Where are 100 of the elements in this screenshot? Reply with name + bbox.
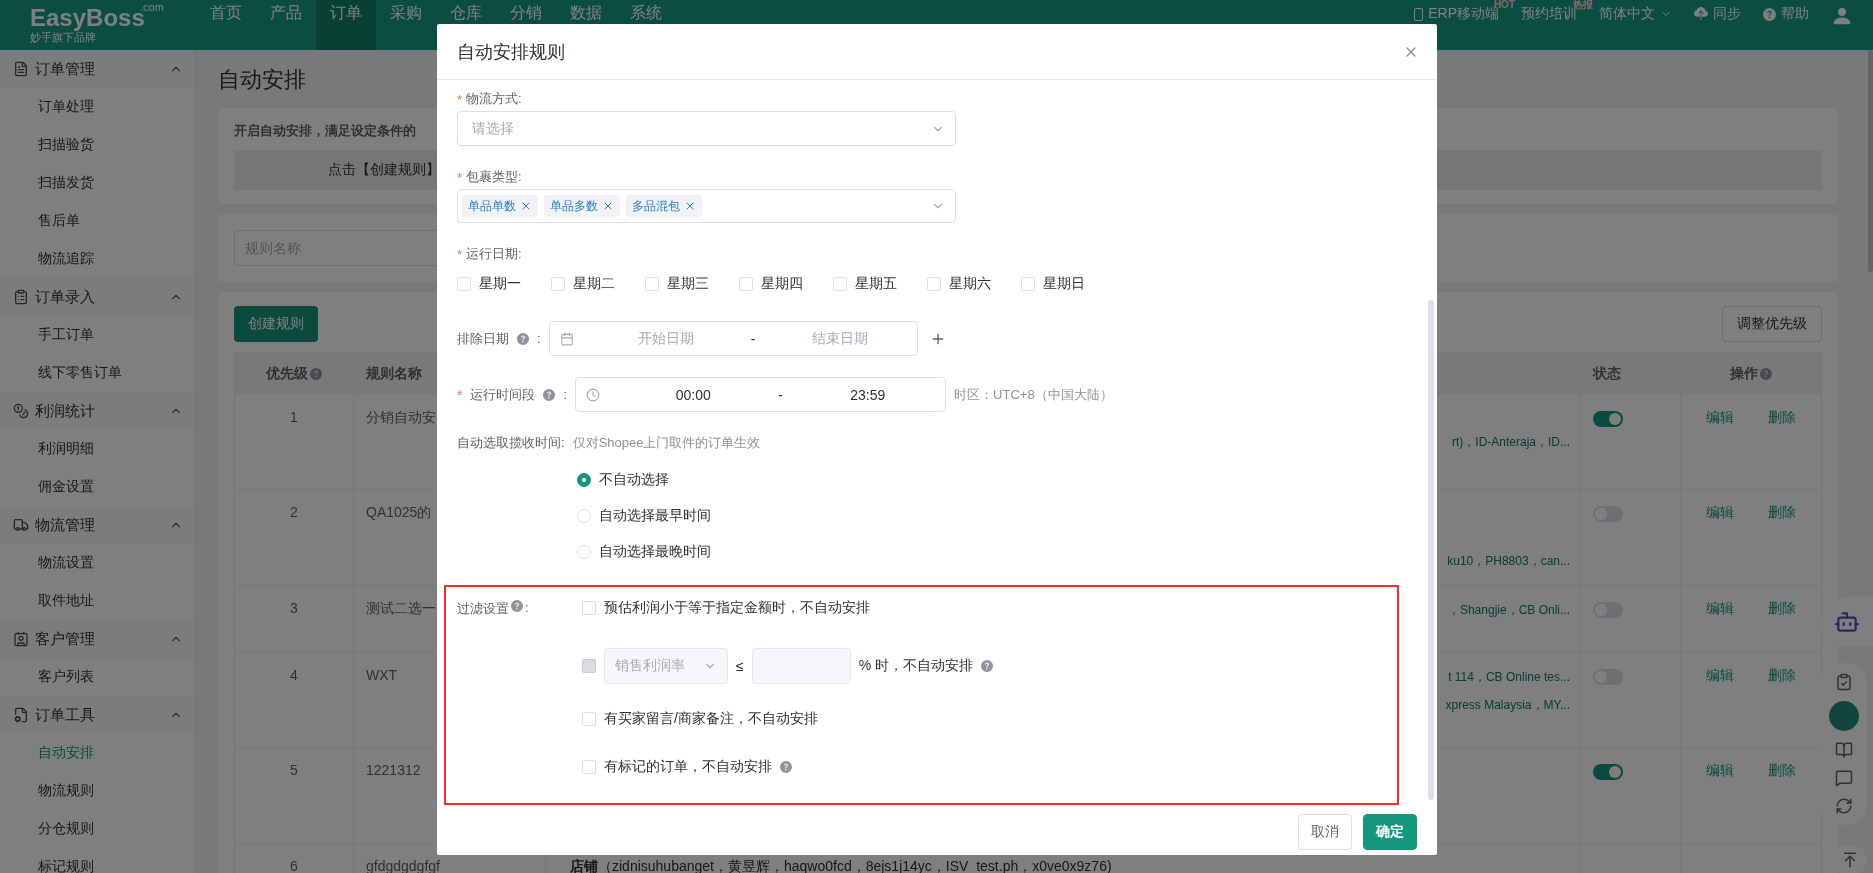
sidebar-item[interactable]: 扫描验货	[0, 126, 195, 164]
date-range-field[interactable]: 开始日期 - 结束日期	[548, 321, 918, 356]
sidebar-item[interactable]: 扫描发货	[0, 164, 195, 202]
sidebar-item[interactable]: 物流规则	[0, 772, 195, 810]
end-date-placeholder: 结束日期	[810, 329, 869, 348]
notice-text: 开启自动安排，满足设定条件的	[234, 122, 416, 140]
required-mark: *	[457, 246, 463, 262]
checkbox[interactable]	[551, 277, 565, 291]
column-header: 状态	[1581, 352, 1681, 395]
time-range-field[interactable]: 00:00 - 23:59	[575, 377, 947, 412]
table-cell: 1	[235, 395, 354, 490]
sidebar-item[interactable]: 分仓规则	[0, 810, 195, 848]
sidebar-item[interactable]: 物流追踪	[0, 240, 195, 278]
checkbox-label: 星期四	[761, 275, 803, 293]
select-field[interactable]: 请选择	[457, 111, 956, 146]
page-title: 自动安排	[218, 67, 307, 93]
create-rule-button[interactable]: 创建规则	[234, 306, 318, 342]
rule-text: 预估利润小于等于指定金额时，不自动安排	[604, 599, 870, 617]
sidebar-group[interactable]: 订单录入	[0, 278, 195, 316]
action-link[interactable]: 编辑	[1706, 663, 1734, 687]
action-link[interactable]: 删除	[1768, 405, 1796, 429]
operator-text: ≤	[736, 658, 744, 674]
nav-item[interactable]: 订单	[316, 0, 376, 50]
range-separator: -	[749, 330, 757, 347]
sidebar-group[interactable]: 物流管理	[0, 506, 195, 544]
truck-icon	[13, 517, 29, 533]
sidebar-item[interactable]: 标记规则	[0, 848, 195, 873]
close-icon[interactable]	[520, 200, 532, 212]
confirm-button[interactable]: 确定	[1363, 814, 1417, 850]
sidebar-group[interactable]: 利润统计	[0, 392, 195, 430]
refresh-icon[interactable]	[1835, 797, 1853, 815]
assistant-button[interactable]	[1821, 597, 1873, 647]
checkbox[interactable]	[739, 277, 753, 291]
avatar[interactable]	[1829, 701, 1859, 731]
document-gear-icon	[13, 707, 29, 723]
checkbox[interactable]	[457, 277, 471, 291]
scrollbar-thumb[interactable]	[1868, 50, 1873, 272]
table-cell: 5	[235, 748, 354, 844]
chat-icon[interactable]	[1835, 769, 1853, 787]
toggle-switch[interactable]	[1593, 764, 1623, 780]
user-icon[interactable]	[1831, 5, 1853, 27]
close-icon[interactable]	[602, 200, 614, 212]
sidebar-item[interactable]: 物流设置	[0, 544, 195, 582]
checkbox-label: 星期日	[1043, 275, 1085, 293]
action-link[interactable]: 编辑	[1706, 500, 1734, 524]
cancel-button[interactable]: 取消	[1298, 814, 1352, 850]
sidebar-item[interactable]: 客户列表	[0, 658, 195, 696]
close-icon[interactable]	[684, 200, 696, 212]
checkbox-label: 星期一	[479, 275, 521, 293]
sidebar-item[interactable]: 订单处理	[0, 88, 195, 126]
sidebar-item[interactable]: 自动安排	[0, 734, 195, 772]
sidebar-group[interactable]: 客户管理	[0, 620, 195, 658]
sidebar-item[interactable]: 利润明细	[0, 430, 195, 468]
nav-link[interactable]: ERP移动端	[1414, 5, 1499, 23]
action-link[interactable]: 编辑	[1706, 596, 1734, 620]
nav-link[interactable]: 同步	[1694, 5, 1741, 23]
rule-text: 有买家留言/商家备注，不自动安排	[604, 710, 818, 728]
book-icon[interactable]	[1835, 741, 1853, 759]
rule-text: 有标记的订单，不自动安排	[604, 758, 772, 776]
checkbox[interactable]	[833, 277, 847, 291]
group-label: 物流管理	[35, 515, 96, 535]
checkbox-label: 星期五	[855, 275, 897, 293]
nav-link[interactable]: 简体中文	[1599, 5, 1672, 23]
action-link[interactable]: 删除	[1768, 663, 1796, 687]
checkbox-label: 星期六	[949, 275, 991, 293]
radio-button[interactable]	[577, 473, 591, 487]
checkbox[interactable]	[645, 277, 659, 291]
sidebar-item[interactable]: 线下零售订单	[0, 354, 195, 392]
group-label: 利润统计	[35, 401, 96, 421]
action-link[interactable]: 删除	[1768, 596, 1796, 620]
nav-link[interactable]: 帮助	[1763, 5, 1809, 23]
sidebar-group[interactable]: 订单管理	[0, 50, 195, 88]
sidebar-item[interactable]: 手工订单	[0, 316, 195, 354]
checkbox[interactable]	[582, 712, 596, 726]
help-icon	[1763, 7, 1776, 21]
arrow-up-icon	[1841, 851, 1859, 869]
action-link[interactable]: 删除	[1768, 758, 1796, 782]
checkbox-label: 星期二	[573, 275, 615, 293]
sidebar-item[interactable]: 佣金设置	[0, 468, 195, 506]
coins-icon	[13, 403, 29, 419]
sidebar-item[interactable]: 售后单	[0, 202, 195, 240]
checkbox[interactable]	[582, 601, 596, 615]
nav-item[interactable]: 采购	[376, 0, 436, 50]
checkbox[interactable]	[927, 277, 941, 291]
sidebar-group[interactable]: 订单工具	[0, 696, 195, 734]
toggle-switch[interactable]	[1593, 411, 1623, 427]
multi-select-field[interactable]: 单品单数 单品多数 多品混包	[457, 189, 956, 223]
nav-item[interactable]: 首页	[196, 0, 256, 50]
checkbox[interactable]	[1021, 277, 1035, 291]
action-link[interactable]: 编辑	[1706, 758, 1734, 782]
scrollbar-thumb[interactable]	[1428, 300, 1434, 800]
adjust-priority-button[interactable]: 调整优先级	[1722, 306, 1822, 342]
group-label: 订单工具	[35, 705, 96, 725]
action-link[interactable]: 编辑	[1706, 405, 1734, 429]
modal-title: 自动安排规则	[457, 40, 565, 64]
action-link[interactable]: 删除	[1768, 500, 1796, 524]
sidebar-item[interactable]: 取件地址	[0, 582, 195, 620]
clipboard-check-icon[interactable]	[1835, 673, 1853, 691]
nav-item[interactable]: 产品	[256, 0, 316, 50]
checkbox[interactable]	[582, 760, 596, 774]
